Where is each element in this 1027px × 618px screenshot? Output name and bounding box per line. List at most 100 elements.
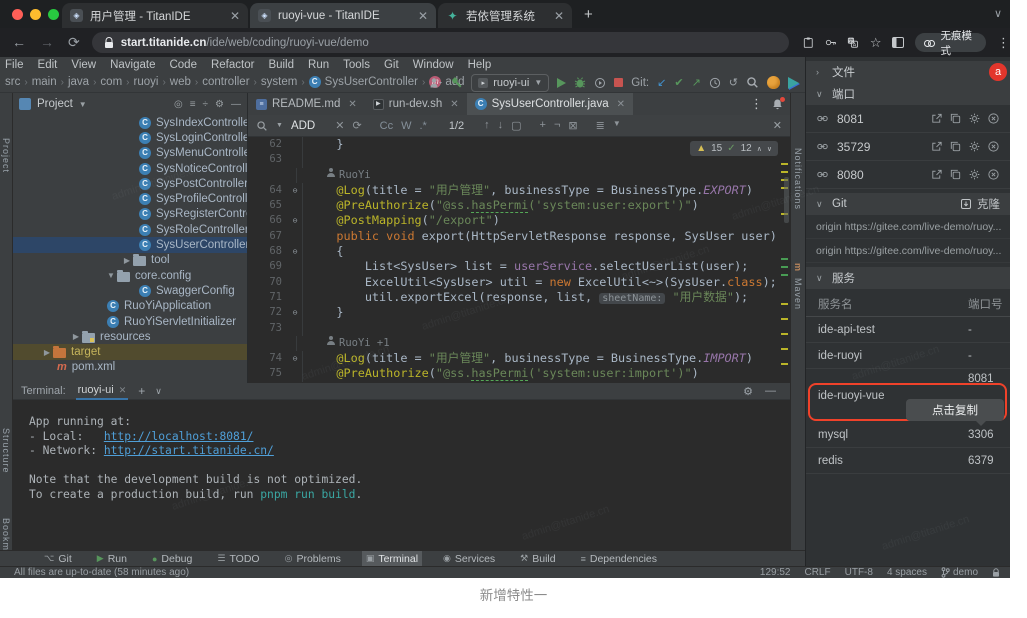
maximize-window-button[interactable] [48,9,59,20]
chevron-right-icon[interactable]: ▶ [70,332,82,341]
editor-tab-sysusercontroller[interactable]: C SysUserController.java✕ [467,93,633,115]
traffic-lights[interactable] [12,9,59,20]
gear-icon[interactable]: ⚙ [215,99,224,110]
git-branch-widget[interactable]: demo [941,567,978,578]
tool-strip-project-label[interactable]: Project [1,138,11,173]
chevron-right-icon[interactable]: ▶ [41,348,53,357]
build-hammer-icon[interactable] [450,76,463,89]
code-line[interactable]: 67 public void export(HttpServletRespons… [248,229,790,244]
chevron-down-icon[interactable]: ▼ [79,100,87,109]
address-bar[interactable]: start.titanide.cn/ide/web/coding/ruoyi-v… [92,32,790,53]
service-row-ide-api-test[interactable]: ide-api-test- [806,317,1010,343]
clipboard-icon[interactable] [803,36,814,49]
locate-file-icon[interactable]: ◎ [174,99,183,110]
editor-tab-rundev[interactable]: ▶ run-dev.sh✕ [365,93,467,115]
search-icon[interactable] [746,76,759,89]
tree-item-RuoYiServletInitializer[interactable]: CRuoYiServletInitializer [13,314,247,329]
breadcrumb-segment[interactable]: src [5,76,20,88]
file-encoding[interactable]: UTF-8 [845,567,873,578]
terminal-output[interactable]: App running at:- Local: http://localhost… [13,400,790,550]
bookmark-star-icon[interactable]: ☆ [870,35,882,51]
history-clock-icon[interactable] [709,77,721,89]
notification-dot-icon[interactable] [767,76,780,89]
rollback-icon[interactable]: ↺ [729,76,738,89]
new-terminal-icon[interactable]: + [138,384,145,398]
menu-item-navigate[interactable]: Navigate [110,59,155,71]
close-window-button[interactable] [12,9,23,20]
copy-icon[interactable] [949,140,962,153]
close-tab-icon[interactable]: ✕ [418,9,428,23]
search-history-chevron-icon[interactable]: ▼ [276,122,283,129]
lock-icon[interactable] [992,568,1000,578]
code-line[interactable]: 71 util.exportExcel(response, list, shee… [248,290,790,305]
search-options-icon[interactable]: ≣ [596,119,605,132]
forward-button[interactable]: → [40,34,54,51]
breadcrumb-segment[interactable]: main [32,76,57,88]
find-input[interactable]: ADD [291,120,315,132]
project-panel-title[interactable]: Project [37,98,73,110]
open-external-icon[interactable] [930,168,943,181]
fold-marker[interactable]: ⊖ [288,244,303,259]
close-circle-icon[interactable] [987,168,1000,181]
tree-item-SysIndexController[interactable]: CSysIndexController [13,115,247,130]
git-update-icon[interactable]: ↙ [657,76,666,89]
breadcrumb-segment[interactable]: controller [202,76,249,88]
editor-tab-readme[interactable]: ≡ README.md✕ [248,93,365,115]
copy-tooltip[interactable]: 点击复制 [906,399,1004,421]
password-key-icon[interactable] [825,36,836,49]
fold-marker[interactable]: ⊖ [288,351,303,366]
back-button[interactable]: ← [12,34,26,51]
tool-window-git[interactable]: ⌥Git [40,551,76,566]
tool-strip-structure-label[interactable]: Structure [1,428,11,474]
notifications-bell-icon[interactable] [772,98,784,110]
chevron-right-icon[interactable]: ▶ [121,256,133,265]
close-circle-icon[interactable] [987,140,1000,153]
browser-tab-1[interactable]: ◈ 用户管理 - TitanIDE ✕ [62,3,248,28]
breadcrumb-segment[interactable]: system [261,76,297,88]
files-section-header[interactable]: › 文件 [806,61,1010,83]
whole-word-toggle[interactable]: W [401,120,411,132]
inspections-widget[interactable]: ▲15 ✓12 ∧∨ [690,141,778,156]
fold-marker[interactable]: ⊖ [288,305,303,320]
filter-funnel-icon[interactable]: ▼ [613,119,621,132]
tree-item-target[interactable]: ▶target [13,344,247,359]
code-line[interactable]: 70 ExcelUtil<SysUser> util = new ExcelUt… [248,275,790,290]
add-selection-icon[interactable]: + [540,119,546,132]
open-external-icon[interactable] [930,112,943,125]
caret-position[interactable]: 129:52 [760,567,791,578]
match-case-toggle[interactable]: Cc [380,120,393,132]
stop-button[interactable] [614,78,623,87]
copy-icon[interactable] [949,112,962,125]
tree-item-SwaggerConfig[interactable]: CSwaggerConfig [13,283,247,298]
ports-section-header[interactable]: ∨ 端口 [806,83,1010,105]
side-panel-icon[interactable] [892,37,904,48]
gear-icon[interactable] [968,168,981,181]
tab-list-chevron-icon[interactable]: ∨ [994,7,1002,20]
tree-item-SysMenuController[interactable]: CSysMenuController [13,146,247,161]
browser-menu-icon[interactable]: ⋮ [997,35,1010,51]
tool-window-build[interactable]: ⚒Build [516,551,559,566]
line-separator[interactable]: CRLF [804,567,830,578]
next-match-icon[interactable]: ↓ [498,119,504,132]
titanide-logo-icon[interactable] [788,77,799,89]
tree-item-SysNoticeController[interactable]: CSysNoticeController [13,161,247,176]
filter-search-icon[interactable]: ¬ [554,119,560,132]
tool-window-dependencies[interactable]: ≡Dependencies [577,551,661,566]
editor-scrollbar[interactable] [778,137,790,383]
gear-icon[interactable] [968,140,981,153]
tool-window-problems[interactable]: ◎Problems [281,551,345,566]
git-section-header[interactable]: ∨ Git 克隆 [806,193,1010,215]
menu-item-git[interactable]: Git [384,59,399,71]
git-clone-button[interactable]: 克隆 [960,196,1000,212]
tree-item-SysUserController[interactable]: CSysUserController [13,237,247,252]
menu-item-refactor[interactable]: Refactor [211,59,254,71]
git-origin-row[interactable]: origin https://gitee.com/live-demo/ruoy.… [806,215,1010,239]
hide-panel-icon[interactable]: — [231,99,241,110]
close-terminal-tab-icon[interactable]: ✕ [119,385,127,396]
git-push-icon[interactable]: ↗ [692,76,701,89]
translate-icon[interactable]: 文A [847,36,858,49]
tree-item-SysRoleController[interactable]: CSysRoleController [13,222,247,237]
code-line[interactable]: 65 @PreAuthorize("@ss.hasPermi('system:u… [248,198,790,213]
close-tab-icon[interactable]: ✕ [554,9,564,23]
run-button[interactable] [557,78,566,88]
